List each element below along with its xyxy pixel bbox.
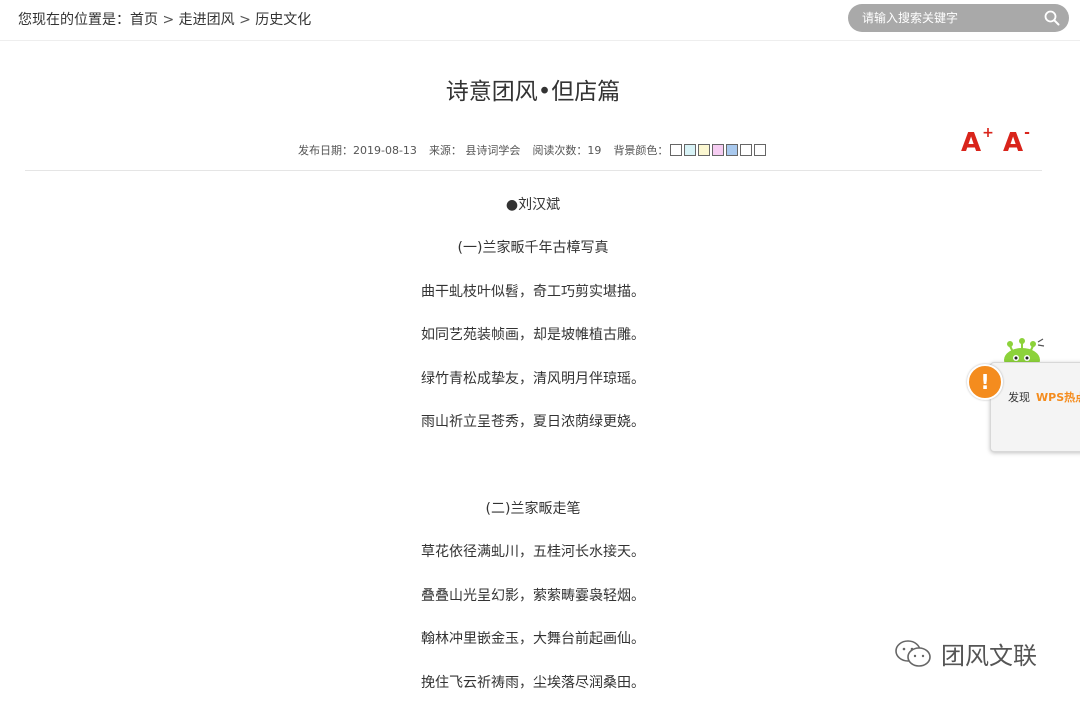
meta-divider [25, 170, 1042, 171]
font-decrease-letter: A [1003, 128, 1024, 158]
background-swatch-6[interactable] [740, 144, 753, 156]
background-swatch-3[interactable] [698, 144, 711, 156]
alert-icon: ! [967, 364, 1003, 400]
poem-heading: (一)兰家畈千年古樟写真 [457, 240, 609, 256]
background-swatch-4[interactable] [712, 144, 725, 156]
font-increase-button[interactable]: A+ [961, 126, 994, 158]
poem-line: 绿竹青松成挚友，清风明月伴琼瑶。 [421, 371, 645, 387]
wps-hotspot-popup[interactable] [990, 362, 1080, 452]
article-meta: 发布日期：2019-08-13 来源： 县诗词学会 阅读次数：19 背景颜色： [298, 142, 767, 158]
poem-line: 草花依径满虬川，五桂河长水接天。 [421, 544, 645, 560]
font-increase-letter: A [961, 128, 982, 158]
poem-heading: (二)兰家畈走笔 [485, 501, 581, 517]
search-icon[interactable] [1044, 10, 1060, 26]
breadcrumb-prefix: 您现在的位置是： [18, 12, 130, 28]
article-source: 来源： 县诗词学会 [428, 144, 521, 157]
breadcrumb-history-culture[interactable]: 历史文化 [255, 12, 311, 28]
article-author: ●刘汉斌 [505, 197, 561, 213]
breadcrumb-home[interactable]: 首页 [130, 12, 158, 28]
wechat-watermark: 团风文联 [893, 636, 1037, 671]
breadcrumb-separator: > [162, 12, 175, 28]
view-count: 阅读次数：19 [532, 144, 602, 157]
background-color-swatches [670, 144, 767, 156]
font-decrease-sign: - [1024, 125, 1030, 142]
publish-date: 发布日期：2019-08-13 [298, 144, 417, 157]
poem-line: 曲干虬枝叶似髫，奇工巧剪实堪描。 [421, 284, 645, 300]
font-decrease-button[interactable]: A- [1003, 126, 1030, 158]
poem-line: 如同艺苑装帧画，却是坡帷植古雕。 [421, 327, 645, 343]
breadcrumb-walk-into-tuanfeng[interactable]: 走进团风 [179, 12, 235, 28]
wps-popup-text[interactable]: 发现 WPS热点 [1008, 389, 1080, 405]
background-swatch-5[interactable] [726, 144, 739, 156]
background-swatch-1[interactable] [670, 144, 683, 156]
poem-line: 叠叠山光呈幻影，萦萦畴霎袅轻烟。 [421, 588, 645, 604]
top-bar: 您现在的位置是：首页 > 走进团风 > 历史文化 [0, 0, 1080, 41]
search-box [848, 4, 1069, 32]
wps-brand-label: WPS热点 [1036, 391, 1080, 404]
watermark-text: 团风文联 [941, 642, 1037, 670]
wps-discover-label: 发现 [1008, 391, 1030, 404]
poem-line: 挽住飞云祈祷雨，尘埃落尽润桑田。 [421, 675, 645, 691]
background-swatch-7[interactable] [754, 144, 767, 156]
poem-line: 雨山祈立呈苍秀，夏日浓荫绿更娆。 [421, 414, 645, 430]
background-swatch-2[interactable] [684, 144, 697, 156]
wechat-icon [895, 639, 931, 667]
article-title: 诗意团风•但店篇 [445, 79, 621, 105]
font-increase-sign: + [982, 125, 994, 142]
search-input[interactable] [862, 9, 1032, 27]
breadcrumb-separator: > [239, 12, 251, 28]
breadcrumb: 您现在的位置是：首页 > 走进团风 > 历史文化 [18, 9, 311, 29]
background-color-label: 背景颜色： [613, 144, 669, 157]
